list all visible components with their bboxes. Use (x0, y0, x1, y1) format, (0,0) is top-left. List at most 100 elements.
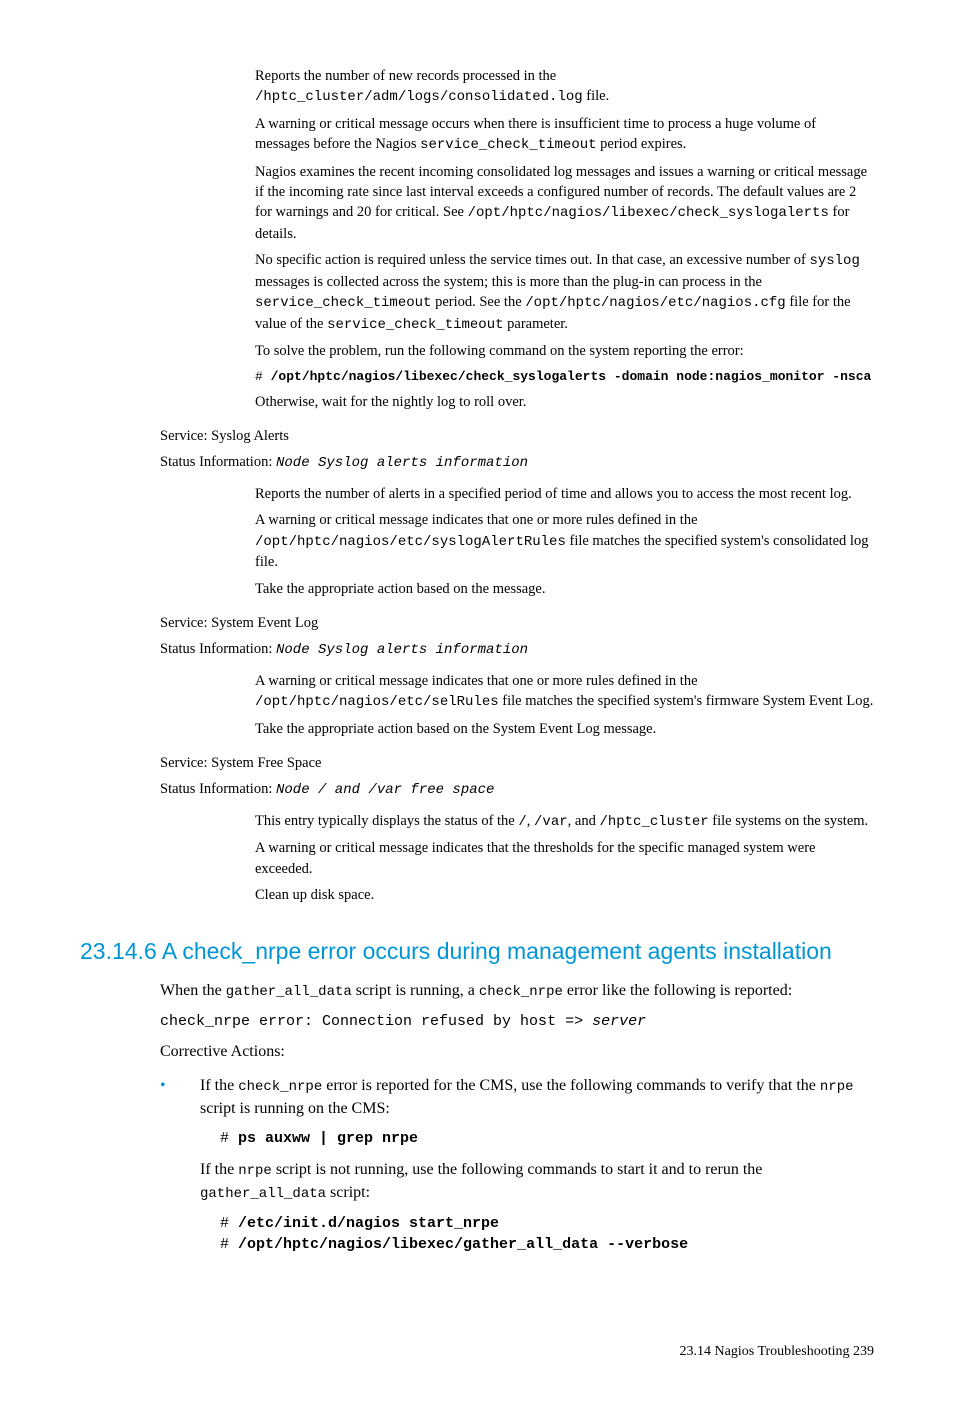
path: /opt/hptc/nagios/etc/nagios.cfg (525, 295, 785, 311)
para: Take the appropriate action based on the… (255, 719, 874, 739)
code: syslog (809, 253, 859, 269)
t: error is reported for the CMS, use the f… (322, 1077, 820, 1094)
service-system-free-space: Service: System Free Space Status Inform… (160, 753, 874, 801)
section-heading: 23.14.6 A check_nrpe error occurs during… (80, 935, 874, 967)
prompt: # (220, 1236, 238, 1253)
t: This entry typically displays the status… (255, 813, 518, 829)
code: gather_all_data (200, 1186, 326, 1202)
t: script is not running, use the following… (272, 1161, 763, 1178)
bullet-icon: • (160, 1074, 200, 1262)
var: server (592, 1013, 646, 1030)
t: messages is collected across the system;… (255, 274, 762, 290)
service-system-event-log: Service: System Event Log Status Informa… (160, 613, 874, 661)
t: No specific action is required unless th… (255, 252, 809, 268)
para: When the gather_all_data script is runni… (160, 979, 874, 1002)
t: If the (200, 1077, 238, 1094)
t: , and (568, 813, 600, 829)
command-line: # /opt/hptc/nagios/libexec/gather_all_da… (220, 1234, 874, 1256)
para: Reports the number of new records proces… (255, 66, 874, 108)
para: If the check_nrpe error is reported for … (200, 1074, 874, 1120)
status-line: Status Information: Node Syslog alerts i… (160, 639, 874, 661)
para: A warning or critical message indicates … (255, 510, 874, 572)
para: If the nrpe script is not running, use t… (200, 1158, 874, 1205)
para: To solve the problem, run the following … (255, 341, 874, 361)
para: Nagios examines the recent incoming cons… (255, 162, 874, 244)
section-body: When the gather_all_data script is runni… (160, 979, 874, 1262)
status-line: Status Information: Node Syslog alerts i… (160, 452, 874, 474)
bullet-body: If the check_nrpe error is reported for … (200, 1074, 874, 1262)
path: /opt/hptc/nagios/etc/selRules (255, 694, 499, 710)
path: /opt/hptc/nagios/etc/syslogAlertRules (255, 534, 566, 550)
system-event-log-body: A warning or critical message indicates … (255, 671, 874, 739)
t: Status Information: (160, 454, 276, 470)
syslog-alerts-body: Reports the number of alerts in a specif… (255, 484, 874, 599)
code: service_check_timeout (327, 317, 503, 333)
status-line: Status Information: Node / and /var free… (160, 779, 874, 801)
t: A warning or critical message indicates … (255, 512, 698, 528)
t: , (527, 813, 534, 829)
service-label: Service: System Event Log (160, 613, 874, 633)
code: / (518, 814, 526, 830)
prompt: # (220, 1130, 238, 1147)
t: period expires. (597, 136, 687, 152)
t: error like the following is reported: (563, 982, 792, 999)
t: check_nrpe error: Connection refused by … (160, 1013, 592, 1030)
code: /var (534, 814, 568, 830)
code: check_nrpe (479, 984, 563, 1000)
command-block: # /etc/init.d/nagios start_nrpe # /opt/h… (220, 1213, 874, 1257)
para: Otherwise, wait for the nightly log to r… (255, 392, 874, 412)
t: parameter. (504, 316, 568, 332)
prompt: # (220, 1215, 238, 1232)
command-line: # /opt/hptc/nagios/libexec/check_sysloga… (255, 368, 874, 386)
service-label: Service: System Free Space (160, 753, 874, 773)
system-free-space-body: This entry typically displays the status… (255, 811, 874, 905)
para: A warning or critical message indicates … (255, 671, 874, 713)
command: /etc/init.d/nagios start_nrpe (238, 1215, 499, 1232)
bullet-item: • If the check_nrpe error is reported fo… (160, 1074, 874, 1262)
command-line: # /etc/init.d/nagios start_nrpe (220, 1213, 874, 1235)
service-label: Service: Syslog Alerts (160, 426, 874, 446)
service-syslog-alerts: Service: Syslog Alerts Status Informatio… (160, 426, 874, 474)
prompt: # (255, 369, 271, 384)
status-value: Node Syslog alerts information (276, 642, 528, 658)
t: script is running on the CMS: (200, 1100, 390, 1117)
code: nrpe (238, 1163, 272, 1179)
command: ps auxww | grep nrpe (238, 1130, 418, 1147)
status-value: Node / and /var free space (276, 782, 494, 798)
t: file systems on the system. (709, 813, 869, 829)
para: Corrective Actions: (160, 1040, 874, 1063)
path: /hptc_cluster/adm/logs/consolidated.log (255, 89, 583, 105)
code: nrpe (820, 1079, 854, 1095)
command: /opt/hptc/nagios/libexec/check_syslogale… (271, 369, 872, 384)
code: service_check_timeout (255, 295, 431, 311)
page-footer: 23.14 Nagios Troubleshooting 239 (80, 1342, 874, 1362)
code: gather_all_data (226, 984, 352, 1000)
t: script is running, a (352, 982, 479, 999)
command-line: # ps auxww | grep nrpe (220, 1128, 874, 1150)
status-value: Node Syslog alerts information (276, 455, 528, 471)
t: Status Information: (160, 781, 276, 797)
code: service_check_timeout (420, 137, 596, 153)
t: If the (200, 1161, 238, 1178)
para: A warning or critical message indicates … (255, 838, 874, 879)
syslog-rate-description: Reports the number of new records proces… (255, 66, 874, 412)
t: script: (326, 1184, 370, 1201)
t: file. (583, 88, 610, 104)
code: check_nrpe (238, 1079, 322, 1095)
para: A warning or critical message occurs whe… (255, 114, 874, 156)
t: period. See the (431, 294, 525, 310)
command: /opt/hptc/nagios/libexec/gather_all_data… (238, 1236, 688, 1253)
code: /hptc_cluster (599, 814, 708, 830)
para: No specific action is required unless th… (255, 250, 874, 335)
para: Reports the number of alerts in a specif… (255, 484, 874, 504)
t: When the (160, 982, 226, 999)
para: Take the appropriate action based on the… (255, 579, 874, 599)
path: /opt/hptc/nagios/libexec/check_syslogale… (468, 205, 829, 221)
t: A warning or critical message indicates … (255, 673, 698, 689)
t: Status Information: (160, 641, 276, 657)
para: This entry typically displays the status… (255, 811, 874, 833)
error-output: check_nrpe error: Connection refused by … (160, 1011, 874, 1033)
para: Clean up disk space. (255, 885, 874, 905)
t: Reports the number of new records proces… (255, 68, 556, 84)
t: file matches the specified system's firm… (499, 693, 874, 709)
